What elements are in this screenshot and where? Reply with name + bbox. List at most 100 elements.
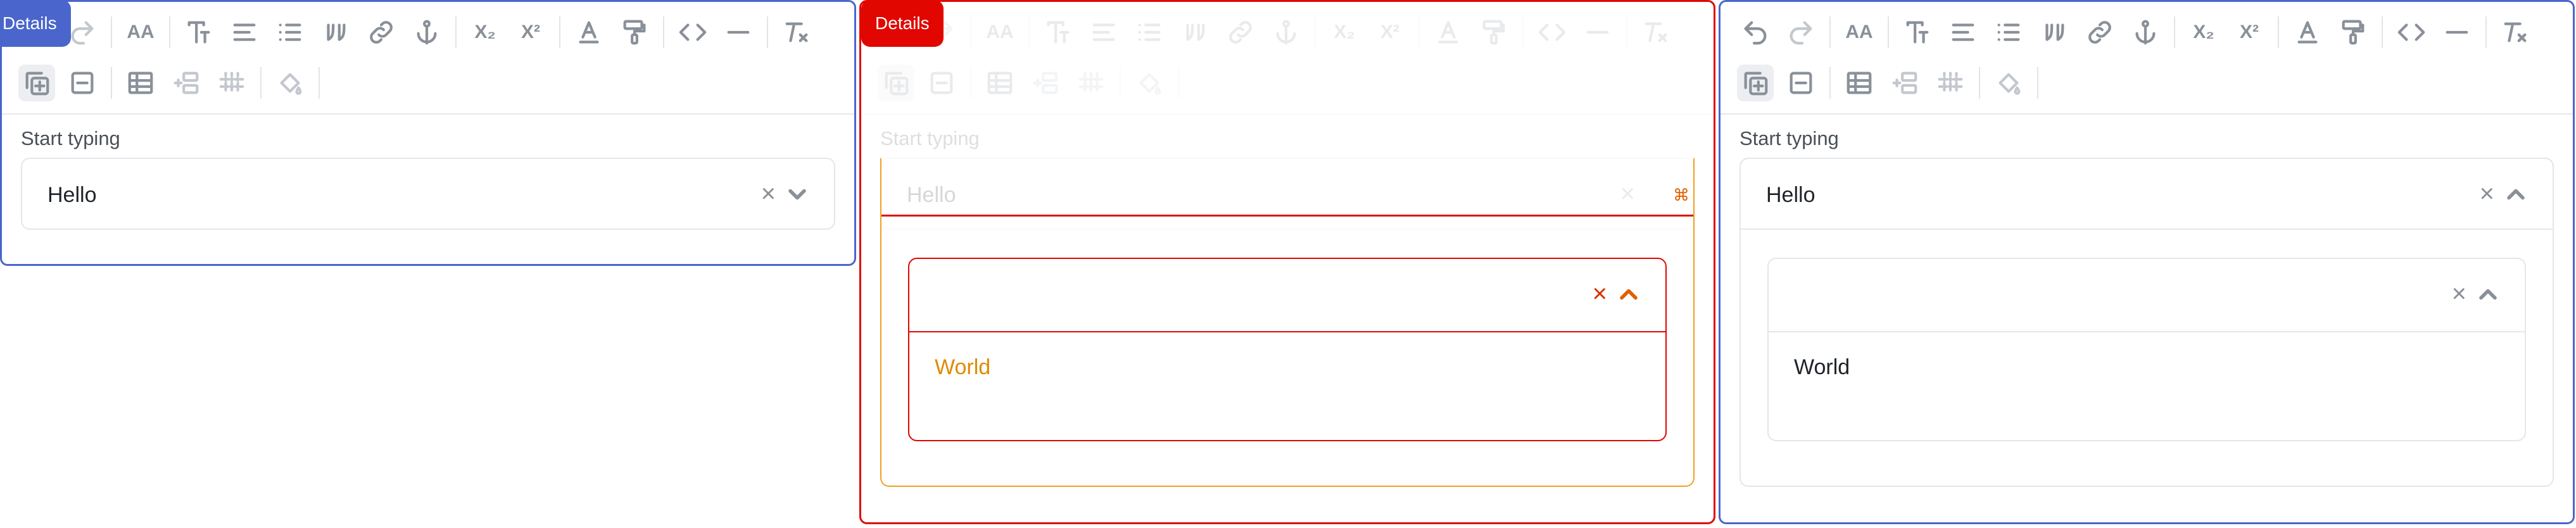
subscript-button[interactable]: X₂: [467, 14, 503, 51]
chevron-up-icon[interactable]: [2502, 180, 2530, 208]
toolbar-divider: [1120, 67, 1121, 99]
code-button[interactable]: [674, 14, 711, 51]
horizontal-rule-button[interactable]: [2439, 14, 2475, 51]
font-size-button[interactable]: AA: [982, 14, 1018, 51]
remove-details-button[interactable]: [1783, 65, 1819, 101]
nested-select-bar[interactable]: ×: [909, 259, 1665, 332]
add-row-button[interactable]: [1886, 65, 1923, 101]
undo-button[interactable]: [1737, 14, 1774, 51]
clear-icon[interactable]: ×: [761, 178, 776, 210]
font-size-button[interactable]: AA: [122, 14, 159, 51]
font-size-icon: AA: [986, 22, 1014, 42]
redo-button[interactable]: [1783, 14, 1819, 51]
code-button[interactable]: [1534, 14, 1570, 51]
subscript-button[interactable]: X₂: [2185, 14, 2222, 51]
table-button[interactable]: [982, 65, 1018, 101]
add-details-button[interactable]: [1737, 65, 1774, 101]
align-button[interactable]: [226, 14, 263, 51]
add-details-button[interactable]: [18, 65, 55, 101]
redo-icon: [1790, 21, 1812, 45]
add-row-button[interactable]: [1027, 65, 1064, 101]
clear-format-icon: [1645, 22, 1667, 42]
format-painter-button[interactable]: [616, 14, 653, 51]
chevron-up-icon[interactable]: [1615, 280, 1643, 308]
remove-details-button[interactable]: [64, 65, 101, 101]
font-color-button[interactable]: [2289, 14, 2326, 51]
nested-select-bar[interactable]: ×: [1769, 259, 2525, 332]
bullet-list-button[interactable]: [272, 14, 308, 51]
clear-icon[interactable]: ×: [1593, 278, 1607, 310]
superscript-button[interactable]: X²: [1372, 14, 1408, 51]
cell-color-button[interactable]: [1990, 65, 2027, 101]
table-button[interactable]: [122, 65, 159, 101]
toolbar-divider: [767, 16, 768, 48]
anchor-button[interactable]: [408, 14, 445, 51]
details-select[interactable]: Hello ×: [21, 158, 835, 230]
horizontal-rule-button[interactable]: [1579, 14, 1616, 51]
link-icon: [1229, 21, 1252, 44]
link-button[interactable]: [1222, 14, 1259, 51]
text-style-button[interactable]: [1040, 14, 1076, 51]
superscript-button[interactable]: X²: [2231, 14, 2268, 51]
clear-icon[interactable]: ×: [2452, 278, 2466, 310]
align-button[interactable]: [1945, 14, 1981, 51]
bullet-list-button[interactable]: [1990, 14, 2027, 51]
clear-format-button[interactable]: [2497, 14, 2534, 51]
table-icon: [987, 72, 1013, 94]
add-row-button[interactable]: [168, 65, 205, 101]
toolbar-divider: [2037, 67, 2038, 99]
subscript-button[interactable]: X₂: [1326, 14, 1363, 51]
toolbar-divider: [1315, 16, 1316, 48]
chevron-down-icon[interactable]: [783, 180, 811, 208]
font-color-button[interactable]: [571, 14, 607, 51]
font-size-button[interactable]: AA: [1841, 14, 1878, 51]
toolbar-divider: [455, 16, 457, 48]
delete-table-button[interactable]: [1073, 65, 1109, 101]
toolbar-divider: [970, 67, 971, 99]
align-icon: [1952, 23, 1974, 41]
blockquote-button[interactable]: [317, 14, 354, 51]
delete-table-icon: [1938, 72, 1963, 94]
font-size-icon: AA: [127, 22, 155, 42]
add-details-button[interactable]: [878, 65, 914, 101]
option-item[interactable]: World: [935, 355, 990, 380]
bullet-list-button[interactable]: [1131, 14, 1168, 51]
horizontal-rule-button[interactable]: [720, 14, 757, 51]
clear-format-button[interactable]: [1638, 14, 1674, 51]
bullet-list-icon: [1997, 23, 2020, 41]
editor-panel-3: AA X₂ X² Start typing Hello × × World: [1719, 0, 2575, 524]
anchor-icon: [2135, 20, 2156, 45]
anchor-button[interactable]: [2127, 14, 2164, 51]
toolbar-divider: [1829, 67, 1831, 99]
superscript-button[interactable]: X²: [512, 14, 549, 51]
align-button[interactable]: [1085, 14, 1122, 51]
cell-color-button[interactable]: [1131, 65, 1168, 101]
nested-select[interactable]: × World: [1767, 258, 2526, 441]
table-icon: [128, 72, 153, 94]
delete-table-button[interactable]: [213, 65, 250, 101]
horizontal-rule-icon: [1586, 30, 1609, 34]
text-style-icon: [187, 21, 210, 44]
blockquote-button[interactable]: [2036, 14, 2073, 51]
link-button[interactable]: [363, 14, 400, 51]
remove-details-button[interactable]: [923, 65, 960, 101]
table-button[interactable]: [1841, 65, 1878, 101]
format-painter-button[interactable]: [1475, 14, 1512, 51]
anchor-button[interactable]: [1268, 14, 1304, 51]
cell-color-button[interactable]: [272, 65, 308, 101]
clear-format-button[interactable]: [778, 14, 815, 51]
format-painter-button[interactable]: [2335, 14, 2371, 51]
text-style-button[interactable]: [1899, 14, 1936, 51]
delete-table-button[interactable]: [1932, 65, 1969, 101]
font-color-button[interactable]: [1430, 14, 1467, 51]
code-button[interactable]: [2393, 14, 2430, 51]
details-select[interactable]: Hello ×: [1739, 158, 2554, 230]
clear-icon[interactable]: ×: [2480, 178, 2494, 210]
chevron-up-icon[interactable]: [2474, 280, 2502, 308]
text-style-button[interactable]: [180, 14, 217, 51]
toolbar-row-2: [1737, 64, 2567, 102]
blockquote-button[interactable]: [1177, 14, 1213, 51]
option-item[interactable]: World: [1794, 355, 1850, 380]
nested-select[interactable]: × World: [908, 258, 1667, 441]
link-button[interactable]: [2081, 14, 2118, 51]
